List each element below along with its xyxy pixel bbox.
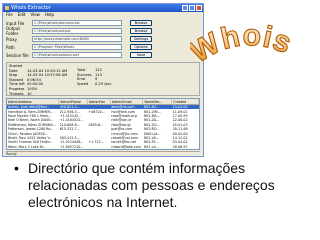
stats-left-column: Started Date 14-03-04 10:50:12 AM Stop 14-… <box>9 64 67 96</box>
path-options-button[interactable]: Options <box>130 44 152 50</box>
settings-form: Input File C:\Files\whois\domains.txt Br… <box>3 18 203 60</box>
stat-row: Threads 10 <box>9 91 32 96</box>
path-field[interactable]: C:\Program Files\Whois <box>32 44 122 50</box>
table-cell: Smith Thomas 920 Ferdin... <box>8 140 54 145</box>
app-icon <box>5 6 9 10</box>
close-icon[interactable] <box>196 5 202 11</box>
path-row: Path C:\Program Files\Whois Options <box>6 43 200 51</box>
menu-help[interactable]: Help <box>45 12 54 18</box>
table-cell: Neill O'Brien, North ZANO... <box>8 118 54 123</box>
proxy-settings-button[interactable]: Settings <box>130 36 152 42</box>
output-folder-browse-button[interactable]: Browse <box>130 28 152 34</box>
window-titlebar: Whois Extractor <box>3 4 203 12</box>
slide: Whois Extractor File Edit View Help Inpu… <box>0 0 320 240</box>
menu-view[interactable]: View <box>30 12 40 18</box>
session-file-row: Session file C:\Files\whois\session.wsf … <box>6 51 200 59</box>
bullet-text: Directório que contém informações relaci… <box>28 160 275 210</box>
input-file-field[interactable]: C:\Files\whois\domains.txt <box>32 20 122 26</box>
proxy-row: Proxy http://proxy.example.com:8080 Sett… <box>6 35 200 43</box>
window-title: Whois Extractor <box>11 5 51 11</box>
proxy-label: Proxy <box>6 36 17 42</box>
session-save-button[interactable]: Save <box>130 52 152 58</box>
results-table[interactable]: AdminAddress AdminPhone AdminFax AdminEmail… <box>6 98 200 150</box>
table-cell: +1.4184522... <box>59 118 84 123</box>
status-bar: Ready <box>6 151 200 156</box>
bullet-icon: • <box>14 160 19 176</box>
minimize-icon[interactable] <box>182 5 188 11</box>
table-cell <box>87 145 110 149</box>
output-folder-label: Output Folder <box>6 26 20 36</box>
input-file-browse-button[interactable]: Browse <box>130 20 152 26</box>
table-cell: Patterson, James 1280 Ro... <box>8 127 54 132</box>
whois-wordart-title: Whois <box>190 18 297 69</box>
proxy-field[interactable]: http://proxy.example.com:8080 <box>32 36 122 42</box>
output-folder-row: Output Folder C:\Files\whois\output Brow… <box>6 26 200 36</box>
input-file-label: Input File <box>6 20 25 26</box>
table-cell: +1.8057210... <box>59 144 84 149</box>
output-folder-field[interactable]: C:\Files\whois\output <box>32 28 122 34</box>
whois-extractor-window: Whois Extractor File Edit View Help Inpu… <box>2 3 204 157</box>
stat-row: Speed 0.29 /sec <box>77 81 112 86</box>
table-cell: +1.5124448... <box>59 140 84 145</box>
table-cell: NS1.LA... <box>143 144 159 149</box>
bullet-point: • Directório que contém informações rela… <box>14 160 314 211</box>
maximize-icon[interactable] <box>189 5 195 11</box>
menu-file[interactable]: File <box>6 12 13 18</box>
statistics-panel: Started Date 14-03-04 10:50:12 AM Stop 14-… <box>6 62 200 96</box>
table-row[interactable]: Ward, Mary 2 Lake Dr... +1.8057210... mwar… <box>7 145 199 149</box>
stats-right-column: Total 122 Success 113 Error 9 Speed 0.29 /se… <box>77 68 111 86</box>
path-label: Path <box>6 44 15 50</box>
svg-text:Whois: Whois <box>190 19 297 69</box>
input-file-row: Input File C:\Files\whois\domains.txt Br… <box>6 19 200 27</box>
table-cell: 28-06-97 <box>172 144 188 149</box>
wordart-text: Whois <box>190 18 296 69</box>
table-cell: mward@lake.com <box>111 144 141 149</box>
session-file-field[interactable]: C:\Files\whois\session.wsf <box>32 52 122 58</box>
menu-edit[interactable]: Edit <box>18 12 26 18</box>
session-file-label: Session file <box>6 52 29 58</box>
table-cell: Ward, Mary 2 Lake Dr... <box>8 144 47 149</box>
